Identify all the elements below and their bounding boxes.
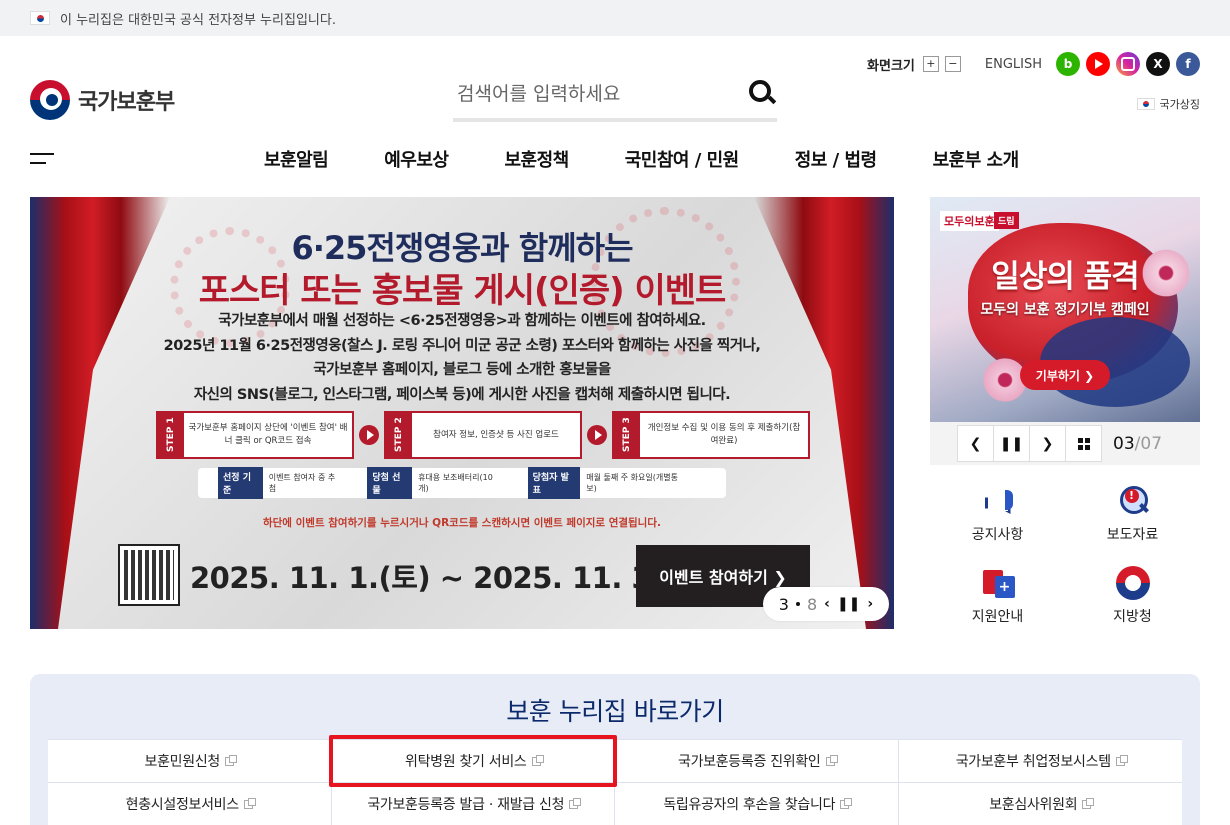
font-plus-button[interactable]: + [922,56,939,72]
banner-description: 국가보훈부에서 매월 선정하는 <6·25전쟁영웅>과 함께하는 이벤트에 참여… [163,313,761,403]
slide-total: 8 [806,594,818,614]
prev-arrow-icon[interactable]: ❮ [957,425,994,462]
korea-flag-icon [1136,98,1155,110]
shortcut-link[interactable]: 현충시설정보서비스 [48,783,332,825]
promo-slide-control: ❮ ❚❚ ❯ 03/07 [930,422,1200,465]
nurijib-shortcuts: 보훈 누리집 바로가기 보훈민원신청 위탁병원 찾기 서비스 국가보훈등록증 진… [30,674,1200,825]
promo-title: 일상의 품격 [991,259,1139,295]
nav-item-participation[interactable]: 국민참여 / 민원 [597,146,767,172]
blog-icon[interactable]: b [1056,52,1080,76]
national-symbol-link[interactable]: 국가상징 [1136,96,1200,112]
external-link-icon [840,797,853,809]
step-card: STEP 1 국가보훈부 홈페이지 상단에 '이벤트 참여' 배너 클릭 or … [156,411,354,459]
nav-item-compensation[interactable]: 예우보상 [356,146,476,172]
promo-slide-counter: 03/07 [1113,433,1163,454]
youtube-icon[interactable] [1086,52,1110,76]
quick-link-press[interactable]: 보도자료 [1065,484,1200,544]
nav-item-info-law[interactable]: 정보 / 법령 [767,146,905,172]
step-card: STEP 3 개인정보 수집 및 이용 동의 후 제출하기(참여완료) [612,411,810,459]
shortcut-link[interactable]: 위탁병원 찾기 서비스 [331,740,615,783]
play-arrow-icon [359,425,379,445]
facebook-icon[interactable]: f [1176,52,1200,76]
promo-subtitle: 모두의 보훈 정기기부 캠페인 [980,302,1150,318]
gov-notice-banner: 이 누리집은 대한민국 공식 전자정부 누리집입니다. [0,0,1230,36]
shortcut-link[interactable]: 국가보훈등록증 발급 · 재발급 신청 [332,783,615,825]
external-link-icon [1082,797,1095,809]
national-symbol-label: 국가상징 [1159,98,1200,111]
quick-link-notice[interactable]: 공지사항 [930,484,1065,544]
external-link-icon [1115,754,1128,766]
promo-badge-dream: 드림 [994,212,1019,229]
taegeuk-icon [1115,566,1150,600]
banner-slide-control: 3 8 ‹ ❚❚ › [763,587,889,621]
external-link-icon [243,797,256,809]
external-link-icon [531,754,544,766]
banner-note: 하단에 이벤트 참여하기를 누르시거나 QR코드를 스캔하시면 이벤트 페이지로… [262,517,661,529]
event-steps: STEP 1 국가보훈부 홈페이지 상단에 '이벤트 참여' 배너 클릭 or … [156,411,810,459]
main-event-banner[interactable]: 6·25전쟁영웅과 함께하는 포스터 또는 홍보물 게시(인증) 이벤트 국가보… [30,197,894,629]
external-link-icon [224,754,237,766]
external-link-icon [569,797,582,809]
english-link[interactable]: ENGLISH [985,57,1042,72]
event-criteria: 선정 기준 이벤트 참여자 중 추첨 당첨 선물 휴대용 보조배터리(10개) … [198,467,726,499]
menu-icon[interactable] [30,153,54,165]
site-logo[interactable]: 국가보훈부 [30,80,175,120]
promo-badge: 모두의보훈 [940,211,999,231]
megaphone-icon [981,484,1015,518]
x-icon[interactable]: X [1146,52,1170,76]
utility-bar: 화면크기 + − ENGLISH b X f [867,52,1200,76]
shortcut-link[interactable]: 보훈민원신청 [48,740,332,783]
donation-promo-banner[interactable]: 모두의보훈 드림 일상의 품격 모두의 보훈 정기기부 캠페인 기부하기 ❯ [930,197,1200,422]
prev-arrow-icon[interactable]: ‹ [824,596,830,612]
banner-headline: 포스터 또는 홍보물 게시(인증) 이벤트 [198,271,727,311]
quick-link-local[interactable]: 지방청 [1065,566,1200,626]
next-arrow-icon[interactable]: ❯ [1029,425,1066,462]
font-size-label: 화면크기 [867,58,915,74]
shortcut-link[interactable]: 보훈심사위원회 [899,783,1183,825]
grid-view-icon[interactable] [1065,425,1102,462]
instagram-icon[interactable] [1116,52,1140,76]
font-minus-button[interactable]: − [944,56,961,72]
search-input[interactable] [457,76,727,112]
nav-item-policy[interactable]: 보훈정책 [477,146,597,172]
logo-text: 국가보훈부 [78,90,175,115]
shortcut-link[interactable]: 국가보훈등록증 진위확인 [615,740,899,783]
external-link-icon [825,754,838,766]
nav-item-news[interactable]: 보훈알림 [236,146,356,172]
search-button[interactable] [747,78,777,108]
next-arrow-icon[interactable]: › [867,596,873,612]
logo-emblem-icon [30,80,70,120]
nav-item-about[interactable]: 보훈부 소개 [905,146,1047,172]
quick-link-support[interactable]: 지원안내 [930,566,1065,626]
pause-icon[interactable]: ❚❚ [993,425,1030,462]
donate-button[interactable]: 기부하기 ❯ [1020,360,1110,390]
magnifier-alert-icon [1116,484,1150,518]
support-document-icon [981,566,1015,600]
shortcut-link[interactable]: 독립유공자의 후손을 찾습니다 [615,783,899,825]
qr-code-icon [118,544,180,606]
step-card: STEP 2 참여자 정보, 인증샷 등 사진 업로드 [384,411,582,459]
korea-flag-icon [30,11,50,25]
gov-notice-text: 이 누리집은 대한민국 공식 전자정부 누리집입니다. [60,12,336,28]
shortcut-link[interactable]: 국가보훈부 취업정보시스템 [898,740,1182,783]
section-title: 보훈 누리집 바로가기 [506,697,724,726]
slide-current: 3 [778,594,789,614]
search-box [453,72,777,122]
play-arrow-icon [587,425,607,445]
pause-icon[interactable]: ❚❚ [837,596,860,612]
main-nav: 보훈알림 예우보상 보훈정책 국민참여 / 민원 정보 / 법령 보훈부 소개 [236,146,1047,172]
shortcut-grid: 보훈민원신청 위탁병원 찾기 서비스 국가보훈등록증 진위확인 국가보훈부 취업… [48,739,1182,825]
